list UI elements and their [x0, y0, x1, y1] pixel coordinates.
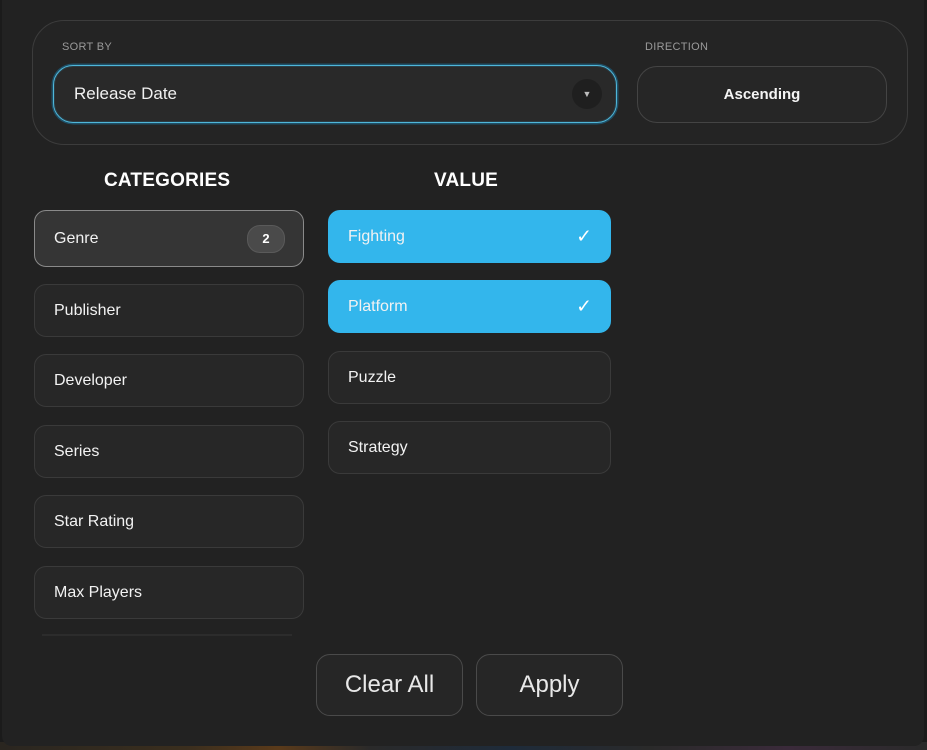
sort-card: SORT BY DIRECTION Release Date ▼ Ascendi…	[32, 20, 908, 145]
sort-by-value: Release Date	[74, 84, 178, 103]
check-icon: ✓	[576, 296, 592, 317]
direction-button[interactable]: Ascending	[637, 66, 887, 123]
category-item-star-rating[interactable]: Star Rating	[34, 495, 304, 548]
direction-label: DIRECTION	[645, 41, 709, 53]
value-option-platform[interactable]: Platform ✓	[328, 280, 611, 333]
category-label: Publisher	[54, 301, 121, 319]
value-option-strategy[interactable]: Strategy	[328, 421, 611, 474]
list-scroll-divider	[42, 634, 292, 636]
clear-all-button[interactable]: Clear All	[316, 654, 463, 716]
category-item-series[interactable]: Series	[34, 425, 304, 478]
category-item-max-players[interactable]: Max Players	[34, 566, 304, 619]
category-label: Developer	[54, 371, 127, 389]
value-option-puzzle[interactable]: Puzzle	[328, 351, 611, 404]
value-label: Platform	[348, 297, 408, 315]
category-item-publisher[interactable]: Publisher	[34, 284, 304, 337]
category-item-developer[interactable]: Developer	[34, 354, 304, 407]
value-label: Fighting	[348, 227, 405, 245]
sort-filter-panel: SORT BY DIRECTION Release Date ▼ Ascendi…	[2, 0, 924, 746]
selection-count-badge: 2	[247, 224, 285, 253]
category-item-genre[interactable]: Genre 2	[34, 210, 304, 267]
categories-heading: CATEGORIES	[104, 170, 231, 191]
value-heading: VALUE	[434, 170, 498, 191]
check-icon: ✓	[576, 226, 592, 247]
chevron-down-icon[interactable]: ▼	[572, 79, 602, 109]
sort-by-label: SORT BY	[62, 41, 112, 53]
value-label: Strategy	[348, 438, 408, 456]
category-label: Series	[54, 442, 100, 460]
category-label: Genre	[54, 229, 99, 247]
sort-by-select[interactable]: Release Date ▼	[53, 65, 617, 123]
value-label: Puzzle	[348, 368, 397, 386]
category-label: Max Players	[54, 583, 143, 601]
apply-button[interactable]: Apply	[476, 654, 623, 716]
value-option-fighting[interactable]: Fighting ✓	[328, 210, 611, 263]
category-label: Star Rating	[54, 512, 135, 530]
